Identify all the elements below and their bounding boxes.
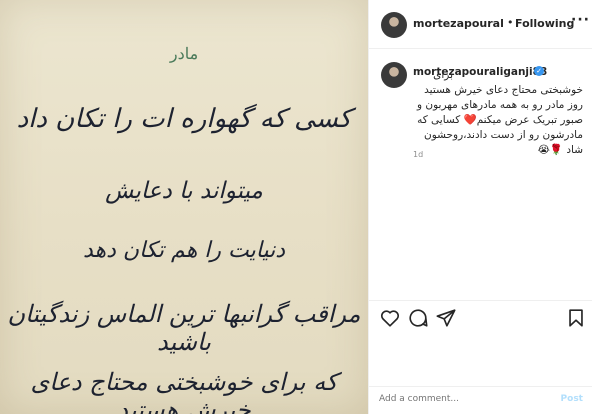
comment-input[interactable] xyxy=(379,394,539,404)
post-image[interactable]: مادر کسی که گهواره ات را تکان داد میتوان… xyxy=(0,0,368,414)
poem-line: دنیایت را هم تکان دهد xyxy=(82,238,286,263)
post-sidebar: mortezapouraliganji88 • Following ··· mo… xyxy=(368,0,592,414)
header-username[interactable]: mortezapouraliganji88 xyxy=(413,17,503,30)
avatar[interactable] xyxy=(381,62,407,88)
caption-text: برای خوشبختی محتاج دعای خیرش هستید روز م… xyxy=(417,69,583,156)
poem-line: مراقب گرانبها ترین الماس زندگیتان باشید xyxy=(7,300,361,356)
poem-line: کسی که گهواره ات را تکان داد xyxy=(16,104,352,134)
poem-title: مادر xyxy=(169,44,199,63)
share-icon[interactable] xyxy=(435,307,457,329)
comment-bar: Post xyxy=(369,386,592,415)
action-bar xyxy=(369,300,592,337)
poem-line: که برای خوشبختی محتاج دعای خیرش هستید xyxy=(30,368,338,414)
avatar[interactable] xyxy=(381,12,407,38)
post-header: mortezapouraliganji88 • Following ··· xyxy=(369,0,592,49)
more-options-icon[interactable]: ··· xyxy=(571,12,590,28)
following-button[interactable]: Following xyxy=(515,17,574,30)
comment-icon[interactable] xyxy=(407,307,429,329)
post-button[interactable]: Post xyxy=(561,394,583,404)
poem-line: میتواند با دعایش xyxy=(105,178,263,204)
header-separator: • xyxy=(507,16,514,29)
save-icon[interactable] xyxy=(565,307,587,329)
heart-icon[interactable] xyxy=(379,307,401,329)
caption-timestamp[interactable]: 1d xyxy=(413,150,423,159)
